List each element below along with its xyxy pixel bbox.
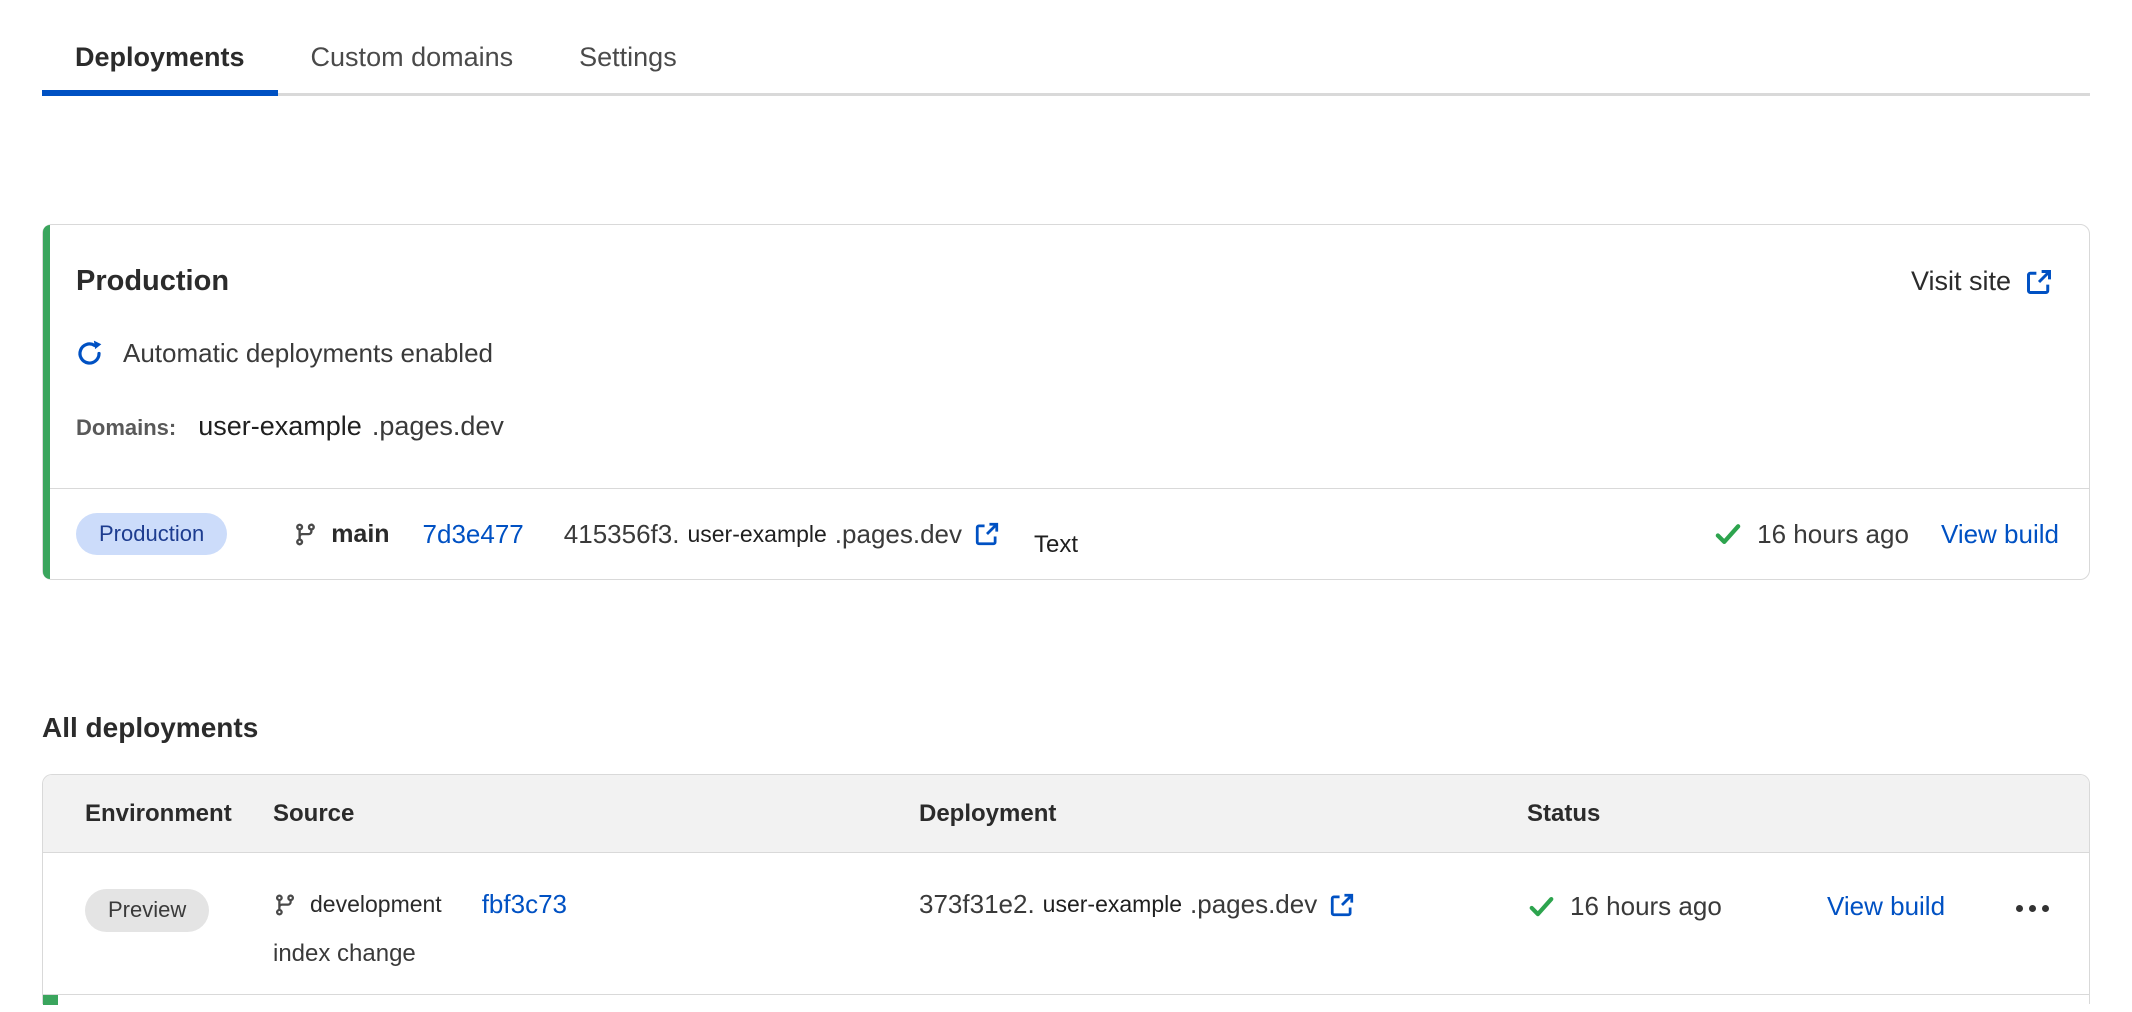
deployment-cell[interactable]: 373f31e2. user-example .pages.dev — [919, 889, 1527, 920]
page-content: Deployments Custom domains Settings Prod… — [0, 26, 2132, 1004]
automatic-deployments-label: Automatic deployments enabled — [123, 338, 493, 369]
production-card-header: Production Visit site — [43, 225, 2089, 488]
environment-badge-preview: Preview — [85, 889, 209, 931]
external-link-icon[interactable] — [1329, 892, 1355, 918]
deployment-status-group: 16 hours ago View build — [1713, 519, 2059, 550]
next-row-peek — [43, 994, 2089, 1004]
branch-name: main — [331, 520, 389, 549]
automatic-deployments-status: Automatic deployments enabled — [76, 338, 2053, 369]
environment-cell: Preview — [85, 889, 273, 931]
production-indicator-strip — [43, 995, 58, 1005]
tab-bar: Deployments Custom domains Settings — [42, 26, 2090, 96]
column-header-status: Status — [1527, 800, 1827, 828]
table-row: Preview development fbf3c73 index change — [43, 853, 2089, 994]
deployment-domain-suffix: .pages.dev — [1190, 889, 1317, 920]
production-deployment-row: Production main 7d3e477 415356f3. user-e… — [50, 488, 2089, 579]
deployment-domain: user-example — [1043, 891, 1182, 918]
production-card-title: Production — [76, 265, 229, 298]
domains-label: Domains: — [76, 415, 176, 441]
external-link-icon — [2025, 268, 2053, 296]
ellipsis-menu-icon[interactable] — [2016, 905, 2049, 912]
deployment-domain-suffix: .pages.dev — [835, 519, 962, 550]
environment-badge-production: Production — [76, 513, 227, 555]
deployment-time: 16 hours ago — [1757, 519, 1909, 550]
refresh-icon — [76, 340, 103, 367]
production-indicator-strip — [43, 225, 50, 579]
branch-name: development — [310, 891, 442, 918]
git-branch-icon — [273, 893, 297, 917]
production-card: Production Visit site — [42, 224, 2090, 580]
actions-cell: View build — [1827, 891, 2049, 922]
column-header-deployment: Deployment — [919, 800, 1527, 828]
visit-site-link[interactable]: Visit site — [1911, 266, 2053, 297]
commit-sha-link[interactable]: 7d3e477 — [423, 519, 524, 550]
status-cell: 16 hours ago — [1527, 891, 1827, 922]
view-build-link[interactable]: View build — [1827, 891, 1945, 922]
tab-custom-domains[interactable]: Custom domains — [278, 26, 547, 93]
deployment-url[interactable]: 415356f3. user-example .pages.dev — [564, 519, 1000, 550]
all-deployments-heading: All deployments — [42, 712, 2090, 744]
deployment-subdomain: 373f31e2. — [919, 889, 1035, 920]
commit-message: Text — [1034, 531, 1078, 559]
deployment-subdomain: 415356f3. — [564, 519, 680, 550]
commit-sha-link[interactable]: fbf3c73 — [482, 889, 567, 920]
check-icon — [1527, 892, 1556, 921]
table-header-row: Environment Source Deployment Status — [43, 775, 2089, 853]
tab-deployments[interactable]: Deployments — [42, 26, 278, 93]
domain-suffix: .pages.dev — [372, 411, 504, 442]
deployments-table: Environment Source Deployment Status Pre… — [42, 774, 2090, 1004]
source-cell: development fbf3c73 index change — [273, 889, 919, 968]
deployment-time: 16 hours ago — [1570, 891, 1722, 922]
source-group: development — [273, 891, 442, 918]
commit-message: index change — [273, 940, 919, 968]
column-header-source: Source — [273, 800, 919, 828]
domain-name: user-example — [198, 411, 362, 442]
external-link-icon[interactable] — [974, 521, 1000, 547]
git-branch-icon — [293, 522, 318, 547]
visit-site-label: Visit site — [1911, 266, 2011, 297]
tab-settings[interactable]: Settings — [546, 26, 710, 93]
source-group: main — [293, 520, 389, 549]
deployment-domain: user-example — [687, 521, 826, 548]
check-icon — [1713, 519, 1743, 549]
column-header-environment: Environment — [85, 800, 273, 828]
domains-row: Domains: user-example .pages.dev — [76, 411, 2053, 442]
view-build-link[interactable]: View build — [1941, 519, 2059, 550]
